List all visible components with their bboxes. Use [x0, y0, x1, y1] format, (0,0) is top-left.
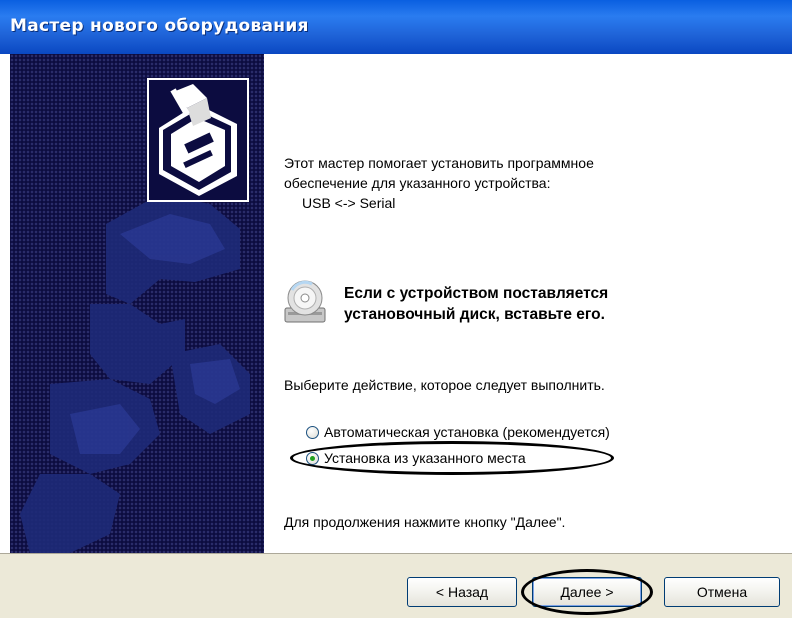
cancel-button[interactable]: Отмена — [664, 577, 780, 607]
title-bar[interactable]: Мастер нового оборудования — [0, 0, 792, 54]
wizard-window: Мастер нового оборудования Этот мастер п… — [0, 0, 792, 618]
back-button[interactable]: < Назад — [407, 577, 517, 607]
cd-prompt-line2: установочный диск, вставьте его. — [344, 306, 605, 323]
radio-label-auto[interactable]: Автоматическая установка (рекомендуется) — [324, 424, 610, 440]
device-name: USB <-> Serial — [302, 195, 396, 211]
highlight-oval-option — [290, 441, 614, 475]
radio-button-auto[interactable] — [306, 425, 319, 439]
cd-prompt-line1: Если с устройством поставляется — [344, 285, 609, 302]
window-title: Мастер нового оборудования — [10, 16, 309, 36]
radio-option-auto-install[interactable]: Автоматическая установка (рекомендуется) — [306, 422, 610, 442]
intro-text-line2: обеспечение для указанного устройства: — [284, 175, 551, 191]
highlight-oval-next — [521, 569, 653, 615]
intro-text-line1: Этот мастер помогает установить программ… — [284, 155, 594, 171]
hardware-install-icon — [147, 78, 249, 202]
choose-action-text: Выберите действие, которое следует выпол… — [284, 377, 605, 393]
cd-drive-icon — [284, 280, 326, 323]
continue-hint: Для продолжения нажмите кнопку "Далее". — [284, 514, 566, 530]
side-banner — [10, 54, 264, 553]
